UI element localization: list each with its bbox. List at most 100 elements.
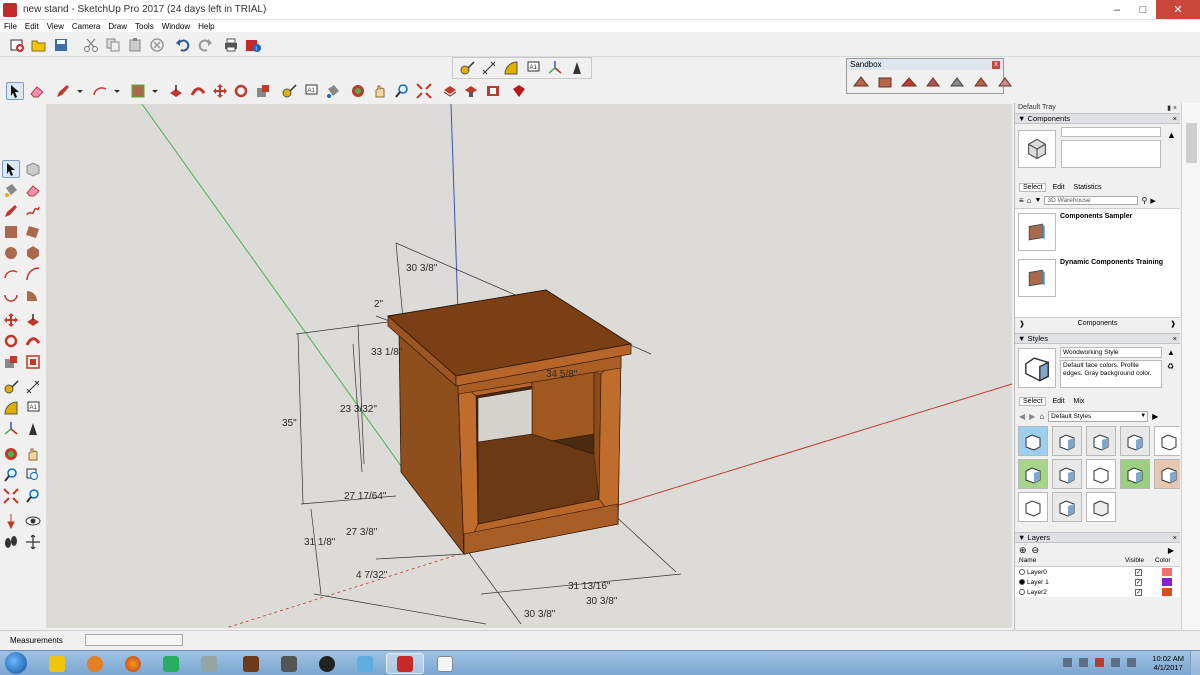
- menu-tools[interactable]: Tools: [131, 22, 158, 31]
- pan-icon[interactable]: [371, 82, 389, 100]
- style-thumbnail[interactable]: [1120, 426, 1150, 456]
- push-pull-icon[interactable]: [24, 311, 42, 329]
- copy-icon[interactable]: [104, 36, 122, 54]
- list-item[interactable]: Dynamic Components Training: [1018, 259, 1163, 297]
- select-icon[interactable]: [6, 82, 24, 100]
- update-style-icon[interactable]: ♻: [1167, 362, 1174, 371]
- undo-icon[interactable]: [174, 36, 192, 54]
- zoom-extents-icon[interactable]: [415, 82, 433, 100]
- flip-edge-icon[interactable]: [997, 73, 1013, 91]
- model-info-icon[interactable]: i: [244, 36, 262, 54]
- taskbar-firefox[interactable]: [114, 653, 152, 674]
- style-description-field[interactable]: Default face colors. Profile edges. Gray…: [1060, 360, 1162, 388]
- layer-color-swatch[interactable]: [1162, 588, 1172, 596]
- forward-icon[interactable]: ▶: [1029, 412, 1035, 421]
- move-icon[interactable]: [211, 82, 229, 100]
- pencil-icon[interactable]: [54, 82, 72, 100]
- sandbox-close-button[interactable]: x: [992, 60, 1000, 69]
- cut-icon[interactable]: [82, 36, 100, 54]
- axes-icon[interactable]: [546, 59, 564, 77]
- taskbar-sketchup[interactable]: [386, 653, 424, 674]
- menu-edit[interactable]: Edit: [21, 22, 43, 31]
- text-icon[interactable]: A1: [302, 82, 320, 100]
- eraser-icon[interactable]: [28, 82, 46, 100]
- pie-icon[interactable]: [24, 286, 42, 304]
- menu-file[interactable]: File: [0, 22, 21, 31]
- search-input[interactable]: 3D Warehouse: [1044, 196, 1139, 205]
- dimension-icon[interactable]: [24, 378, 42, 396]
- rotated-rectangle-icon[interactable]: [24, 223, 42, 241]
- redo-icon[interactable]: [196, 36, 214, 54]
- tape-measure-icon[interactable]: [2, 378, 20, 396]
- zoom-icon[interactable]: [393, 82, 411, 100]
- text-icon[interactable]: A1: [24, 399, 42, 417]
- pan-icon[interactable]: [24, 445, 42, 463]
- taskbar-app-3[interactable]: [152, 653, 190, 674]
- tab-select[interactable]: Select: [1019, 183, 1047, 192]
- drape-icon[interactable]: [949, 73, 965, 91]
- table-row[interactable]: Layer2 ✓: [1015, 587, 1180, 597]
- offset-icon[interactable]: [24, 353, 42, 371]
- select-icon[interactable]: [2, 160, 20, 178]
- rectangle-icon[interactable]: [2, 223, 20, 241]
- 3d-text-icon[interactable]: [24, 420, 42, 438]
- styles-panel-header[interactable]: ▼ Styles ×: [1015, 333, 1180, 344]
- erase-icon[interactable]: [148, 36, 166, 54]
- tab-select[interactable]: Select: [1019, 397, 1047, 406]
- text-icon[interactable]: A1: [524, 59, 542, 77]
- scrollbar-thumb[interactable]: [1186, 123, 1197, 163]
- zoom-extents-icon[interactable]: [2, 487, 20, 505]
- back-icon[interactable]: ◀: [1019, 412, 1025, 421]
- push-pull-icon[interactable]: [167, 82, 185, 100]
- scale-icon[interactable]: [254, 82, 272, 100]
- 3d-text-icon[interactable]: [568, 59, 586, 77]
- taskbar-app-5[interactable]: [232, 653, 270, 674]
- taskbar-app-8[interactable]: [346, 653, 384, 674]
- style-thumbnail[interactable]: [1018, 492, 1048, 522]
- style-thumbnail[interactable]: [1018, 459, 1048, 489]
- menu-help[interactable]: Help: [194, 22, 218, 31]
- make-component-icon[interactable]: [24, 160, 42, 178]
- taskbar-app-7[interactable]: [308, 653, 346, 674]
- new-file-icon[interactable]: [8, 36, 26, 54]
- menu-camera[interactable]: Camera: [68, 22, 104, 31]
- table-row[interactable]: Layer 1 ✓: [1015, 577, 1180, 587]
- close-icon[interactable]: ×: [1173, 533, 1177, 542]
- smoove-icon[interactable]: [901, 73, 917, 91]
- visible-checkbox[interactable]: ✓: [1135, 588, 1142, 596]
- home-icon[interactable]: ⌂: [1039, 412, 1044, 421]
- two-point-arc-icon[interactable]: [24, 265, 42, 283]
- maximize-button[interactable]: □: [1130, 0, 1156, 19]
- model-canvas[interactable]: 30 3/8" 2" 33 1/8" 34 5/8" 35" 23 3/32" …: [46, 104, 1012, 628]
- style-thumbnail[interactable]: [1120, 459, 1150, 489]
- add-layer-icon[interactable]: ⊕: [1019, 545, 1027, 556]
- taskbar-explorer[interactable]: [38, 653, 76, 674]
- three-point-arc-icon[interactable]: [2, 286, 20, 304]
- chevron-left-icon[interactable]: ❱: [1019, 320, 1025, 328]
- zoom-window-icon[interactable]: [24, 466, 42, 484]
- modeling-viewport[interactable]: 30 3/8" 2" 33 1/8" 34 5/8" 35" 23 3/32" …: [46, 104, 1012, 628]
- line-icon[interactable]: [2, 202, 20, 220]
- rotate-icon[interactable]: [2, 332, 20, 350]
- sandbox-from-contours-icon[interactable]: [853, 73, 869, 91]
- follow-me-icon[interactable]: [24, 332, 42, 350]
- chevron-down-icon[interactable]: [76, 82, 84, 100]
- style-thumbnail[interactable]: [1086, 492, 1116, 522]
- tray-pin-icon[interactable]: ▮ ×: [1167, 104, 1177, 112]
- create-style-icon[interactable]: ▲: [1167, 348, 1175, 357]
- taskbar-app-6[interactable]: [270, 653, 308, 674]
- style-thumbnail[interactable]: [1052, 426, 1082, 456]
- details-icon[interactable]: ▶: [1152, 412, 1158, 421]
- security-icon[interactable]: [1095, 658, 1104, 667]
- component-description-field[interactable]: [1061, 140, 1161, 168]
- active-layer-radio[interactable]: [1019, 589, 1025, 595]
- style-thumbnail[interactable]: [1018, 426, 1048, 456]
- tape-measure-icon[interactable]: [458, 59, 476, 77]
- follow-me-icon[interactable]: [189, 82, 207, 100]
- tab-statistics[interactable]: Statistics: [1071, 184, 1105, 191]
- close-icon[interactable]: ×: [1173, 114, 1177, 123]
- menu-draw[interactable]: Draw: [104, 22, 131, 31]
- save-icon[interactable]: [52, 36, 70, 54]
- view-options-icon[interactable]: ≡: [1019, 196, 1024, 205]
- paint-bucket-icon[interactable]: [2, 181, 20, 199]
